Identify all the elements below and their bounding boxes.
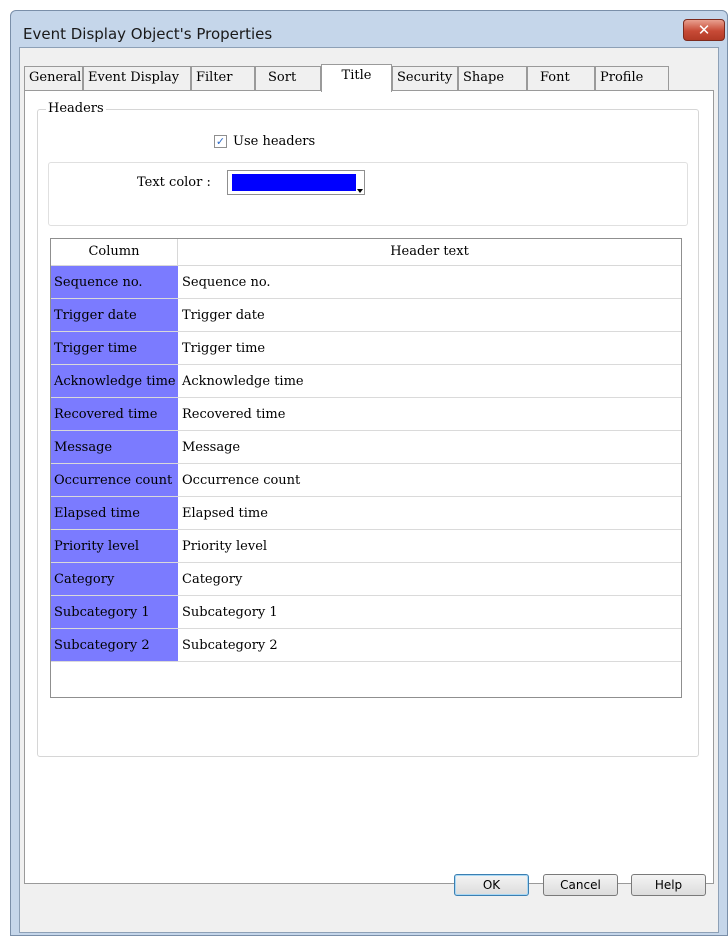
column-name-cell: Elapsed time xyxy=(51,497,178,529)
text-color-picker[interactable] xyxy=(227,170,365,195)
text-color-box: Text color : xyxy=(48,162,688,226)
close-icon: ✕ xyxy=(697,21,711,39)
title-bar: Event Display Object's Properties ✕ xyxy=(11,11,727,47)
header-text-cell[interactable]: Acknowledge time xyxy=(178,365,681,397)
help-button[interactable]: Help xyxy=(631,874,706,896)
use-headers-checkbox[interactable]: ✓ xyxy=(214,135,227,148)
ok-button[interactable]: OK xyxy=(454,874,529,896)
table-row: Subcategory 1 Subcategory 1 xyxy=(51,596,681,629)
table-row: Acknowledge time Acknowledge time xyxy=(51,365,681,398)
table-row: Elapsed time Elapsed time xyxy=(51,497,681,530)
dialog-client: General Event Display Filter Sort Title … xyxy=(19,47,719,933)
table-row: Message Message xyxy=(51,431,681,464)
header-text-cell[interactable]: Trigger date xyxy=(178,299,681,331)
table-row: Sequence no. Sequence no. xyxy=(51,266,681,299)
headers-groupbox: Headers ✓ Use headers Text color : Colum… xyxy=(37,101,699,757)
column-name-cell: Acknowledge time xyxy=(51,365,178,397)
column-name-cell: Sequence no. xyxy=(51,266,178,298)
use-headers-label: Use headers xyxy=(233,134,316,149)
text-color-label: Text color : xyxy=(137,175,211,190)
headers-legend: Headers xyxy=(46,101,106,116)
tab-font[interactable]: Font xyxy=(527,66,595,90)
table-row: Trigger date Trigger date xyxy=(51,299,681,332)
cancel-button[interactable]: Cancel xyxy=(543,874,618,896)
column-name-cell: Recovered time xyxy=(51,398,178,430)
column-header-header-text: Header text xyxy=(390,244,469,259)
header-text-cell[interactable]: Trigger time xyxy=(178,332,681,364)
checkmark-icon: ✓ xyxy=(215,135,226,148)
column-name-cell: Message xyxy=(51,431,178,463)
header-text-cell[interactable]: Occurrence count xyxy=(178,464,681,496)
tab-event-display[interactable]: Event Display xyxy=(83,66,191,90)
header-text-table: Column Header text Sequence no. Sequence… xyxy=(50,238,682,698)
header-text-cell[interactable]: Category xyxy=(178,563,681,595)
close-button[interactable]: ✕ xyxy=(683,19,725,41)
tab-filter[interactable]: Filter xyxy=(191,66,255,90)
header-text-cell[interactable]: Subcategory 2 xyxy=(178,629,681,661)
table-row: Recovered time Recovered time xyxy=(51,398,681,431)
dropdown-arrow-icon xyxy=(357,189,363,193)
table-row: Subcategory 2 Subcategory 2 xyxy=(51,629,681,662)
use-headers-option[interactable]: ✓ Use headers xyxy=(214,134,315,149)
column-name-cell: Occurrence count xyxy=(51,464,178,496)
column-name-cell: Category xyxy=(51,563,178,595)
column-name-cell: Trigger time xyxy=(51,332,178,364)
dialog-title: Event Display Object's Properties xyxy=(23,25,273,43)
header-text-cell[interactable]: Message xyxy=(178,431,681,463)
header-text-cell[interactable]: Subcategory 1 xyxy=(178,596,681,628)
header-text-cell[interactable]: Elapsed time xyxy=(178,497,681,529)
table-row: Trigger time Trigger time xyxy=(51,332,681,365)
header-text-cell[interactable]: Sequence no. xyxy=(178,266,681,298)
column-name-cell: Subcategory 2 xyxy=(51,629,178,661)
tab-security[interactable]: Security xyxy=(392,66,458,90)
column-header-column: Column xyxy=(51,239,178,265)
tab-shape[interactable]: Shape xyxy=(458,66,527,90)
table-header: Column Header text xyxy=(51,239,681,266)
color-swatch xyxy=(232,174,356,191)
tab-sort[interactable]: Sort xyxy=(255,66,321,90)
header-text-cell[interactable]: Priority level xyxy=(178,530,681,562)
header-text-cell[interactable]: Recovered time xyxy=(178,398,681,430)
table-row: Category Category xyxy=(51,563,681,596)
title-tab-panel: Headers ✓ Use headers Text color : Colum… xyxy=(24,90,714,884)
properties-dialog: Event Display Object's Properties ✕ Gene… xyxy=(10,10,728,936)
table-row: Occurrence count Occurrence count xyxy=(51,464,681,497)
tab-title[interactable]: Title xyxy=(321,64,392,92)
table-row: Priority level Priority level xyxy=(51,530,681,563)
column-name-cell: Priority level xyxy=(51,530,178,562)
column-name-cell: Trigger date xyxy=(51,299,178,331)
tab-profile[interactable]: Profile xyxy=(595,66,669,90)
tab-general[interactable]: General xyxy=(24,66,83,90)
column-name-cell: Subcategory 1 xyxy=(51,596,178,628)
tab-strip: General Event Display Filter Sort Title … xyxy=(24,64,714,92)
